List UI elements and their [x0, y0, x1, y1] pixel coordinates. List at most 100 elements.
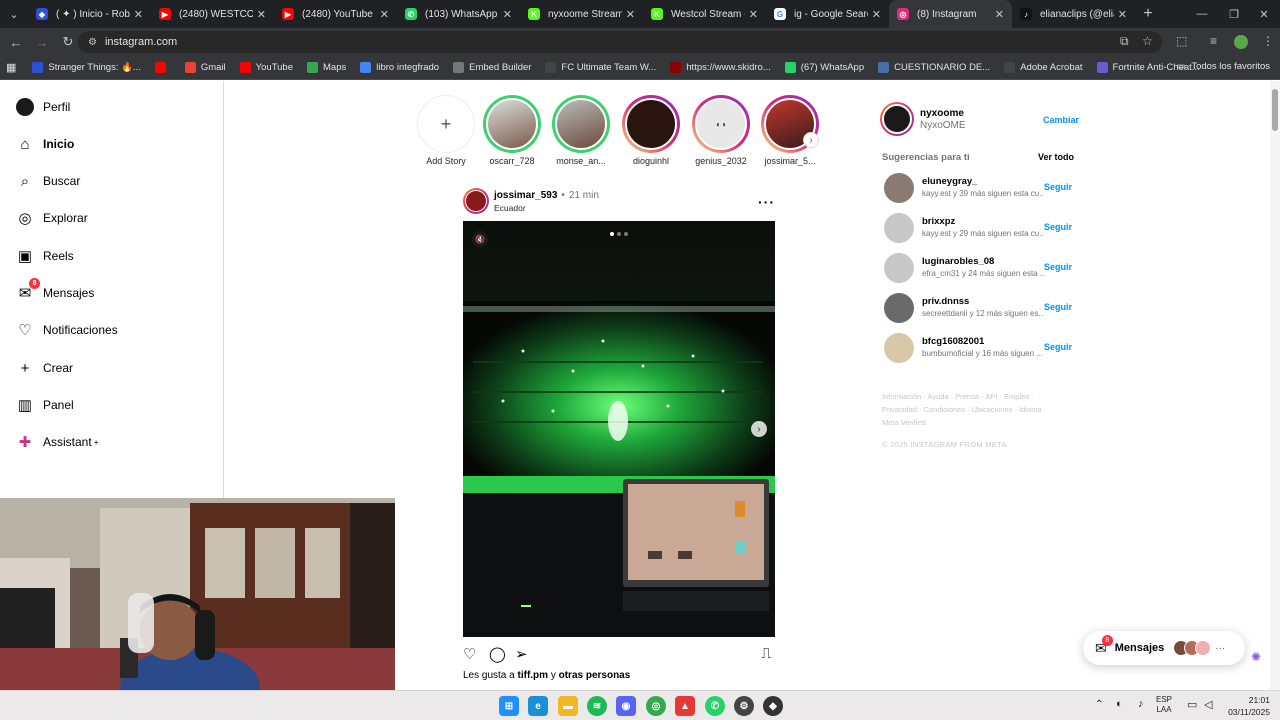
office-app-icon[interactable]: ▲: [675, 696, 695, 716]
whatsapp-icon[interactable]: ✆: [705, 696, 725, 716]
file-explorer-icon[interactable]: ▬: [558, 696, 578, 716]
sidebar-item-notificaciones[interactable]: ♡ Notificaciones: [16, 321, 117, 339]
reload-icon[interactable]: ↻: [56, 30, 80, 54]
meta-ai-icon[interactable]: ✺: [1251, 650, 1261, 664]
spotify-icon[interactable]: ≋: [587, 696, 607, 716]
see-all-button[interactable]: Ver todo: [1038, 152, 1074, 162]
suggestion-avatar[interactable]: [884, 253, 914, 283]
browser-tab[interactable]: Knyxoome Stream - K ✕: [520, 0, 643, 28]
back-icon[interactable]: ←: [4, 30, 28, 54]
share-icon[interactable]: ➢: [515, 645, 528, 663]
tab-close-icon[interactable]: ✕: [1118, 8, 1127, 21]
likes-user[interactable]: tiff.pm: [518, 670, 549, 681]
story-item[interactable]: monse_an...: [550, 95, 612, 166]
restore-icon[interactable]: ❐: [1218, 0, 1250, 28]
post-avatar[interactable]: [463, 188, 489, 214]
network-icon[interactable]: ▭: [1187, 698, 1197, 711]
discord-icon[interactable]: ◉: [616, 696, 636, 716]
tab-close-icon[interactable]: ✕: [626, 8, 635, 21]
sidebar-item-buscar[interactable]: ⌕ Buscar: [16, 172, 81, 190]
comment-icon[interactable]: ◯: [489, 645, 506, 663]
footer-links[interactable]: Información · Ayuda · Prensa · API · Emp…: [882, 390, 1062, 429]
apps-grid-icon[interactable]: ▦: [6, 61, 16, 74]
browser-tab[interactable]: K Westcol Stream - W ✕: [643, 0, 766, 28]
microphone-icon[interactable]: ♪: [1138, 698, 1144, 710]
minimize-icon[interactable]: —: [1186, 0, 1218, 28]
sidebar-item-panel[interactable]: ▥ Panel: [16, 396, 74, 414]
tab-close-icon[interactable]: ✕: [995, 8, 1004, 21]
carousel-next-icon[interactable]: ›: [751, 421, 767, 437]
app-icon[interactable]: ◆: [763, 696, 783, 716]
like-icon[interactable]: ♡: [463, 645, 476, 663]
my-username[interactable]: nyxoome: [920, 108, 964, 119]
tray-overflow-icon[interactable]: ⌃: [1095, 699, 1103, 710]
extensions-icon[interactable]: ⬚: [1176, 34, 1187, 48]
add-story[interactable]: + Add Story: [415, 95, 477, 166]
save-icon[interactable]: ⎍: [761, 645, 772, 662]
tab-close-icon[interactable]: ✕: [380, 8, 389, 21]
browser-tab[interactable]: ▶ (2480) YouTube ✕: [274, 0, 397, 28]
follow-button[interactable]: Seguir: [1044, 262, 1072, 272]
sidebar-item-crear[interactable]: + Crear: [16, 359, 73, 377]
tab-close-icon[interactable]: ✕: [503, 8, 512, 21]
bookmark-item[interactable]: YouTube: [239, 62, 293, 73]
bookmark-item[interactable]: Gmail: [184, 62, 226, 73]
suggestion-username[interactable]: priv.dnnss: [922, 296, 969, 307]
tray-app-icon[interactable]: ◐: [1116, 698, 1123, 710]
likes-others[interactable]: otras personas: [559, 670, 631, 681]
messages-pill[interactable]: ✉ 8 Mensajes ···: [1083, 631, 1245, 665]
browser-tab[interactable]: ♪ elianaclips (@eliana ✕: [1012, 0, 1135, 28]
post-location[interactable]: Ecuador: [494, 203, 526, 213]
bookmark-item[interactable]: [154, 62, 171, 73]
tab-close-icon[interactable]: ✕: [134, 8, 143, 21]
follow-button[interactable]: Seguir: [1044, 342, 1072, 352]
bookmark-item[interactable]: https://www.skidro...: [670, 62, 771, 73]
tab-close-icon[interactable]: ✕: [749, 8, 758, 21]
profile-avatar-icon[interactable]: [1234, 35, 1248, 49]
my-avatar[interactable]: [880, 102, 914, 136]
suggestion-username[interactable]: eluneygray_: [922, 176, 977, 187]
story-item[interactable]: jossimar_5...: [759, 95, 821, 166]
bookmark-star-icon[interactable]: ☆: [1142, 34, 1153, 48]
browser-tab[interactable]: ◎ (8) Instagram ✕: [889, 0, 1012, 28]
new-tab-button[interactable]: +: [1135, 5, 1161, 23]
story-item[interactable]: dioguinhl: [620, 95, 682, 166]
suggestion-avatar[interactable]: [884, 173, 914, 203]
browser-tab[interactable]: Gig - Google Search ✕: [766, 0, 889, 28]
bookmark-item[interactable]: (67) WhatsApp: [784, 62, 864, 73]
media-control-icon[interactable]: ≡: [1210, 34, 1217, 48]
edge-icon[interactable]: e: [528, 696, 548, 716]
bookmark-item[interactable]: Adobe Acrobat: [1004, 62, 1083, 73]
tab-close-icon[interactable]: ✕: [872, 8, 881, 21]
more-options-icon[interactable]: ···: [758, 194, 775, 210]
sidebar-item-mensajes[interactable]: ✉ 8 Mensajes: [16, 278, 94, 302]
tab-close-icon[interactable]: ✕: [257, 8, 266, 21]
bookmark-item[interactable]: FC Ultimate Team W...: [545, 62, 656, 73]
mute-icon[interactable]: 🔇: [472, 231, 488, 247]
close-window-icon[interactable]: ✕: [1248, 0, 1280, 28]
all-bookmarks-button[interactable]: ▭ Todos los favoritos: [1176, 61, 1270, 72]
browser-tab[interactable]: ▶ (2480) WESTCOL EN S ✕: [151, 0, 274, 28]
bookmark-item[interactable]: CUESTIONARIO DE...: [878, 62, 990, 73]
chrome-icon[interactable]: ◎: [646, 696, 666, 716]
suggestion-avatar[interactable]: [884, 333, 914, 363]
bookmark-item[interactable]: Embed Builder: [453, 62, 531, 73]
sidebar-item-inicio[interactable]: ⌂ Inicio: [16, 135, 74, 153]
install-app-icon[interactable]: ⧉: [1120, 34, 1129, 49]
bookmark-item[interactable]: Stranger Things: 🔥...: [32, 62, 141, 73]
site-info-icon[interactable]: ⚙: [88, 37, 97, 48]
suggestion-username[interactable]: brixxpz: [922, 216, 955, 227]
page-scrollbar[interactable]: [1270, 81, 1280, 690]
kebab-menu-icon[interactable]: ⋮: [1262, 34, 1274, 48]
follow-button[interactable]: Seguir: [1044, 222, 1072, 232]
switch-account-button[interactable]: Cambiar: [1043, 115, 1079, 125]
sidebar-item-assistant[interactable]: ✚ Assistant +: [16, 433, 99, 451]
sidebar-item-explorar[interactable]: ◎ Explorar: [16, 209, 87, 227]
post-media[interactable]: 🔇 ›: [463, 221, 775, 637]
suggestion-username[interactable]: luginarobles_08: [922, 256, 994, 267]
browser-tab[interactable]: ✆ (103) WhatsApp ✕: [397, 0, 520, 28]
story-item[interactable]: ◐◑ genius_2032: [690, 95, 752, 166]
bookmark-item[interactable]: libro integfrado: [360, 62, 439, 73]
tab-search-icon[interactable]: ⌄: [0, 0, 28, 28]
sidebar-item-reels[interactable]: ▣ Reels: [16, 247, 74, 265]
